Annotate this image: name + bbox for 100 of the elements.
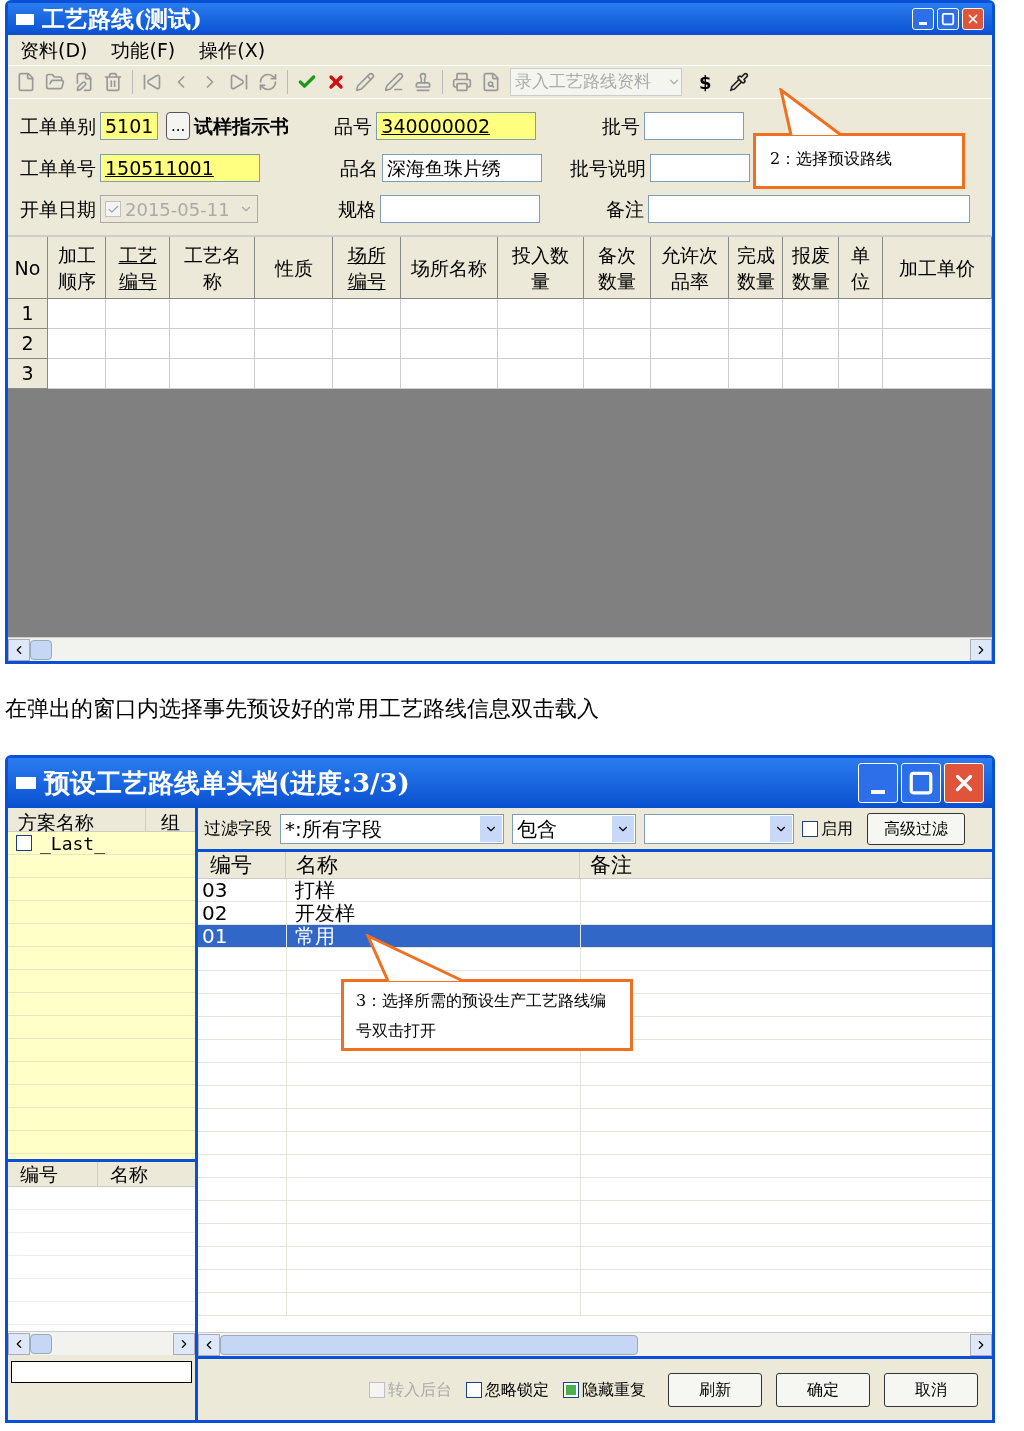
printer-icon[interactable] <box>452 72 472 92</box>
document-icon[interactable] <box>16 72 36 92</box>
table-cell <box>106 329 170 359</box>
column-header[interactable]: 完成 数量 <box>729 237 783 299</box>
input-field[interactable] <box>648 195 970 224</box>
checkbox[interactable] <box>802 820 818 837</box>
column-header[interactable]: 加工单价 <box>883 237 992 299</box>
column-header[interactable]: 允许次 品率 <box>651 237 729 299</box>
close-button[interactable] <box>962 8 984 30</box>
column-header[interactable]: 备注 <box>580 852 992 878</box>
maximize-button[interactable] <box>937 8 959 30</box>
column-header[interactable]: 工艺名 称 <box>170 237 255 299</box>
stamp-icon[interactable] <box>413 72 433 92</box>
advanced-filter-button[interactable]: 高级过滤 <box>867 812 965 845</box>
trash-icon[interactable] <box>103 72 123 92</box>
field-label: 批号 <box>601 114 641 139</box>
dialog-button[interactable]: 刷新 <box>668 1372 762 1407</box>
dialog-button[interactable]: 确定 <box>776 1372 870 1407</box>
scroll-right-icon[interactable] <box>173 1332 195 1355</box>
column-header[interactable]: 名称 <box>98 1162 195 1186</box>
row-number: 2 <box>8 329 48 359</box>
scrollbar[interactable] <box>8 637 992 661</box>
first-icon[interactable] <box>142 72 162 92</box>
list-row[interactable]: 01 常用 <box>198 925 992 948</box>
column-header[interactable]: 编号 <box>198 852 286 878</box>
minimize-button[interactable] <box>912 8 934 30</box>
table-cell <box>48 329 106 359</box>
table-cell <box>839 329 883 359</box>
input-field[interactable] <box>11 1361 192 1383</box>
checkbox[interactable] <box>563 1381 579 1398</box>
input-field[interactable]: 深海鱼珠片绣 <box>382 153 542 182</box>
dropdown-arrow-button[interactable] <box>480 815 502 842</box>
column-header[interactable]: 备次 数量 <box>584 237 651 299</box>
table-cell-text: 03 <box>201 879 229 901</box>
table-cell <box>48 299 106 329</box>
pipette-icon[interactable] <box>728 72 749 92</box>
checkbox-label[interactable]: 启用 <box>821 816 853 841</box>
dropdown-arrow-button[interactable] <box>612 815 634 842</box>
column-header[interactable]: 场所名称 <box>401 237 498 299</box>
input-field[interactable]: 150511001 <box>100 153 260 182</box>
scroll-left-icon[interactable] <box>8 1332 30 1355</box>
checkbox-label[interactable]: 忽略锁定 <box>485 1377 549 1402</box>
column-header[interactable]: 性质 <box>255 237 333 299</box>
scroll-left-icon[interactable] <box>198 1333 220 1356</box>
table-cell <box>584 329 651 359</box>
input-field[interactable] <box>650 153 750 182</box>
input-field[interactable]: 5101 <box>100 112 158 141</box>
last-icon[interactable] <box>229 72 249 92</box>
table-cell-text: 01 <box>201 925 229 947</box>
checkbox[interactable] <box>466 1381 482 1398</box>
cross-icon[interactable] <box>326 72 346 92</box>
column-header[interactable]: 方案名称 <box>8 808 146 831</box>
preview-icon[interactable] <box>481 72 501 92</box>
column-header[interactable]: 投入数 量 <box>498 237 584 299</box>
scrollbar[interactable] <box>198 1332 992 1356</box>
column-header[interactable]: No <box>8 237 48 299</box>
menu-item[interactable]: 资料(D) <box>20 35 88 65</box>
column-header[interactable]: 名称 <box>286 852 580 878</box>
refresh-icon[interactable] <box>258 72 278 92</box>
currency-button[interactable]: $ <box>699 68 712 96</box>
scroll-right-icon[interactable] <box>970 1333 992 1356</box>
field-label: 规格 <box>337 197 376 222</box>
operator-select[interactable]: 包含 <box>512 813 636 844</box>
input-field[interactable]: 340000002 <box>376 112 537 141</box>
menu-item[interactable]: 操作(X) <box>199 35 266 65</box>
edit-icon[interactable] <box>74 72 94 92</box>
column-header[interactable]: 加工 顺序 <box>48 237 106 299</box>
close-button[interactable] <box>944 763 984 803</box>
maximize-icon <box>908 770 934 796</box>
minimize-button[interactable] <box>858 763 898 803</box>
column-header[interactable]: 报废 数量 <box>783 237 839 299</box>
column-header[interactable]: 单 位 <box>839 237 883 299</box>
scroll-thumb[interactable] <box>30 1333 52 1354</box>
scroll-thumb[interactable] <box>220 1334 638 1355</box>
window-title: 工艺路线(测试) <box>42 3 202 34</box>
input-field[interactable] <box>380 195 540 224</box>
scroll-left-icon[interactable] <box>8 638 30 661</box>
checkbox[interactable] <box>16 835 32 851</box>
dialog-button[interactable]: 取消 <box>884 1372 978 1407</box>
field-label: 品名 <box>339 155 378 181</box>
maximize-button[interactable] <box>901 763 941 803</box>
scrollbar[interactable] <box>8 1331 195 1355</box>
table-cell <box>333 299 401 329</box>
menu-item[interactable]: 功能(F) <box>111 35 176 65</box>
field-select[interactable]: *:所有字段 <box>280 813 504 844</box>
browse-button[interactable]: ... <box>166 112 191 141</box>
dropdown-arrow-button[interactable] <box>770 815 792 842</box>
list-row[interactable]: 03 打样 <box>198 879 992 902</box>
column-header[interactable]: 工艺 编号 <box>106 237 170 299</box>
column-header[interactable]: 编号 <box>8 1162 98 1186</box>
pencil-icon[interactable] <box>355 72 375 92</box>
pen-icon[interactable] <box>384 72 404 92</box>
column-header[interactable]: 组 <box>146 808 195 831</box>
input-field[interactable] <box>644 112 745 141</box>
checkbox-label[interactable]: 隐藏重复 <box>582 1377 646 1402</box>
folder-icon[interactable] <box>45 72 65 92</box>
scroll-thumb[interactable] <box>30 639 52 660</box>
form-note: 试样指示书 <box>194 114 291 139</box>
scroll-right-icon[interactable] <box>970 638 992 661</box>
list-row[interactable]: 02 开发样 <box>198 902 992 925</box>
